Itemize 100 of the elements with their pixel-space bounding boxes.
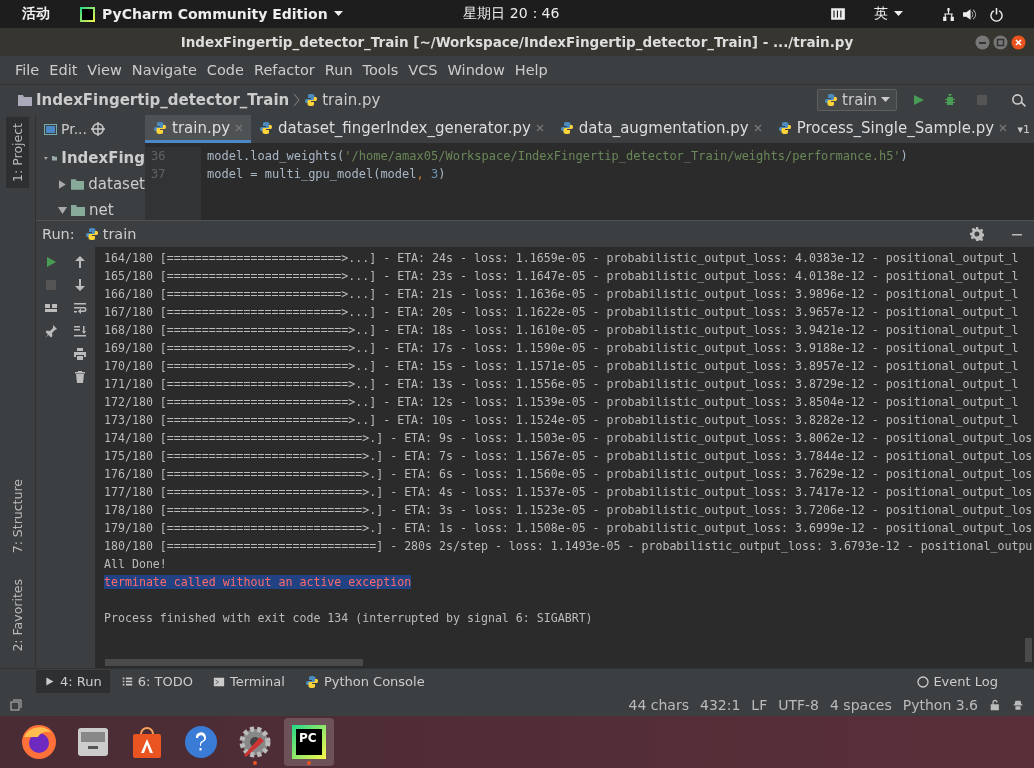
python-icon — [304, 93, 319, 107]
keyboard-icon[interactable] — [830, 6, 846, 22]
soft-wrap-icon[interactable] — [72, 301, 87, 315]
progress-line: 171/180 [==========================>..] - ETA: 13s - loss: 1.1556e-05 - probabilistic_output_loss: 3.8729e-12 - positional_output_l — [104, 376, 1020, 393]
breadcrumb-item[interactable]: IndexFingertip_detector_Train — [36, 91, 290, 109]
progress-line: 170/180 [==========================>..] - ETA: 15s - loss: 1.1571e-05 - probabilistic_output_loss: 3.8957e-12 - positional_output_l — [104, 358, 1020, 375]
side-tab[interactable]: 1: Project — [6, 117, 29, 188]
menu-item[interactable]: Refactor — [248, 62, 320, 78]
pin-icon[interactable] — [43, 324, 58, 338]
editor-tab[interactable]: train.py — [145, 115, 252, 143]
progress-line: 168/180 [==========================>..] - ETA: 18s - loss: 1.1610e-05 - probabilistic_output_loss: 3.9421e-12 - positional_output_l — [104, 322, 1020, 339]
target-icon[interactable] — [91, 122, 106, 136]
project-view-dropdown[interactable]: Pr... — [61, 121, 88, 137]
progress-line: 165/180 [=========================>...] - ETA: 23s - loss: 1.1647e-05 - probabilistic_output_loss: 4.0138e-12 - positional_output_l — [104, 268, 1020, 285]
progress-line: 164/180 [=========================>...] - ETA: 24s - loss: 1.1659e-05 - probabilistic_output_loss: 4.0383e-12 - positional_output_l — [104, 250, 1020, 267]
run-config-dropdown[interactable]: train — [817, 89, 897, 111]
horizontal-scrollbar[interactable] — [105, 659, 363, 666]
volume-icon[interactable] — [962, 6, 977, 22]
layout-icon[interactable] — [43, 301, 58, 315]
chevron-icon — [293, 93, 301, 107]
menu-item[interactable]: Help — [509, 62, 553, 78]
run-icon[interactable] — [911, 93, 925, 107]
status-item[interactable]: 4 spaces — [830, 697, 892, 713]
python-icon — [559, 120, 574, 135]
activities-button[interactable]: 活动 — [22, 5, 50, 23]
breadcrumb-item[interactable]: train.py — [322, 91, 381, 109]
editor-tab[interactable]: dataset_fingerIndex_generator.py — [251, 115, 552, 143]
minimize-button[interactable] — [975, 35, 990, 50]
event-log-button[interactable]: Event Log — [917, 674, 998, 689]
progress-line: 174/180 [============================>.] - ETA: 9s - loss: 1.1503e-05 - probabilistic_output_loss: 3.8062e-12 - positional_output_los — [104, 430, 1034, 447]
panel-toggle-icon[interactable] — [10, 699, 22, 711]
list-icon[interactable] — [121, 676, 133, 687]
settings-icon[interactable] — [970, 227, 984, 241]
inspector-icon[interactable] — [1012, 699, 1024, 711]
menu-item[interactable]: Run — [319, 62, 358, 78]
output-line: All Done! — [104, 556, 168, 573]
network-icon[interactable] — [941, 6, 956, 22]
progress-line: 175/180 [============================>.] - ETA: 7s - loss: 1.1567e-05 - probabilistic_output_loss: 3.7844e-12 - positional_output_los — [104, 448, 1034, 465]
search-icon[interactable] — [1011, 92, 1026, 108]
tool-window-tab[interactable]: Python Console — [296, 670, 433, 693]
running-indicator — [307, 761, 311, 765]
progress-line: 167/180 [=========================>...] - ETA: 20s - loss: 1.1622e-05 - probabilistic_output_loss: 3.9657e-12 - positional_output_l — [104, 304, 1020, 321]
tree-item[interactable]: net — [89, 201, 114, 219]
firefox-icon[interactable] — [20, 723, 58, 761]
progress-line: 173/180 [==========================>..] - ETA: 10s - loss: 1.1524e-05 - probabilistic_output_loss: 3.8282e-12 - positional_output_l — [104, 412, 1020, 429]
debug-icon[interactable] — [943, 93, 957, 107]
scroll-to-end-icon[interactable] — [72, 324, 87, 338]
caret-icon — [881, 97, 890, 103]
code-line: model.load_weights('/home/amax05/Workspace/IndexFingertip_detector_Train/weights/performance.h5') — [207, 148, 909, 165]
lock-icon[interactable] — [989, 699, 1001, 711]
collapse-arrow-icon[interactable] — [58, 179, 67, 189]
run-tab[interactable]: train — [84, 226, 137, 242]
menu-item[interactable]: VCS — [403, 62, 443, 78]
menu-item[interactable]: Window — [442, 62, 510, 78]
panel-icon — [44, 123, 57, 135]
menu-item[interactable]: Code — [201, 62, 249, 78]
python-icon — [824, 93, 839, 107]
caret-icon — [894, 11, 903, 17]
menu-item[interactable]: Navigate — [126, 62, 202, 78]
help-icon[interactable] — [183, 724, 219, 760]
window-title: IndexFingertip_detector_Train [~/Workspace/IndexFingertip_detector_Train] - .../train.py — [180, 34, 854, 50]
tool-window-tab[interactable]: 6: TODO — [113, 670, 201, 693]
side-tab[interactable]: 2: Favorites — [6, 573, 29, 658]
status-item[interactable]: LF — [751, 697, 768, 713]
folder-icon — [70, 178, 85, 190]
terminal-icon[interactable] — [212, 675, 225, 688]
side-tab[interactable]: 7: Structure — [6, 473, 29, 560]
tool-window-tab[interactable]: Terminal — [204, 670, 293, 693]
status-item[interactable]: UTF-8 — [778, 697, 819, 713]
app-menu[interactable]: PyCharm Community Edition — [102, 6, 328, 22]
tool-window-tab[interactable]: 4: Run — [36, 670, 110, 693]
clock[interactable]: 星期日 20：46 — [463, 5, 560, 23]
python-icon — [84, 227, 99, 241]
menu-item[interactable]: Edit — [44, 62, 83, 78]
tree-item[interactable]: dataset — [88, 175, 145, 193]
progress-line: 166/180 [=========================>...] - ETA: 21s - loss: 1.1636e-05 - probabilistic_output_loss: 3.9896e-12 - positional_output_l — [104, 286, 1020, 303]
menu-item[interactable]: Tools — [357, 62, 404, 78]
menu-item[interactable]: View — [82, 62, 127, 78]
menu-item[interactable]: File — [10, 62, 45, 78]
progress-line: 178/180 [============================>.] - ETA: 3s - loss: 1.1523e-05 - probabilistic_output_loss: 3.7206e-12 - positional_output_los — [104, 502, 1034, 519]
python-icon — [153, 120, 167, 135]
power-icon[interactable] — [989, 6, 1004, 22]
running-indicator — [253, 761, 257, 765]
vertical-scrollbar[interactable] — [1025, 638, 1032, 662]
close-button[interactable] — [1011, 35, 1026, 50]
status-item[interactable]: 432:1 — [700, 697, 741, 713]
play-icon[interactable] — [44, 676, 55, 687]
progress-line: 176/180 [============================>.] - ETA: 6s - loss: 1.1560e-05 - probabilistic_output_loss: 3.7629e-12 - positional_output_los — [104, 466, 1034, 483]
status-item[interactable]: Python 3.6 — [902, 697, 978, 713]
status-item[interactable]: 44 chars — [628, 697, 689, 713]
input-method-indicator[interactable]: 英 — [874, 5, 888, 23]
tree-item[interactable]: IndexFing — [61, 149, 145, 167]
editor-tab[interactable]: Process_Single_Sample.py — [769, 115, 1016, 143]
trash-icon[interactable] — [72, 370, 87, 384]
pycharm-logo[interactable]: PC — [292, 725, 326, 759]
editor-tab[interactable]: data_augmentation.py — [551, 115, 770, 143]
print-icon[interactable] — [72, 347, 87, 361]
tabs-overflow-button[interactable]: ▾1 — [1017, 122, 1034, 136]
output-line: Process finished with exit code 134 (interrupted by signal 6: SIGABRT) — [104, 610, 594, 627]
expand-arrow-icon[interactable] — [58, 205, 67, 215]
